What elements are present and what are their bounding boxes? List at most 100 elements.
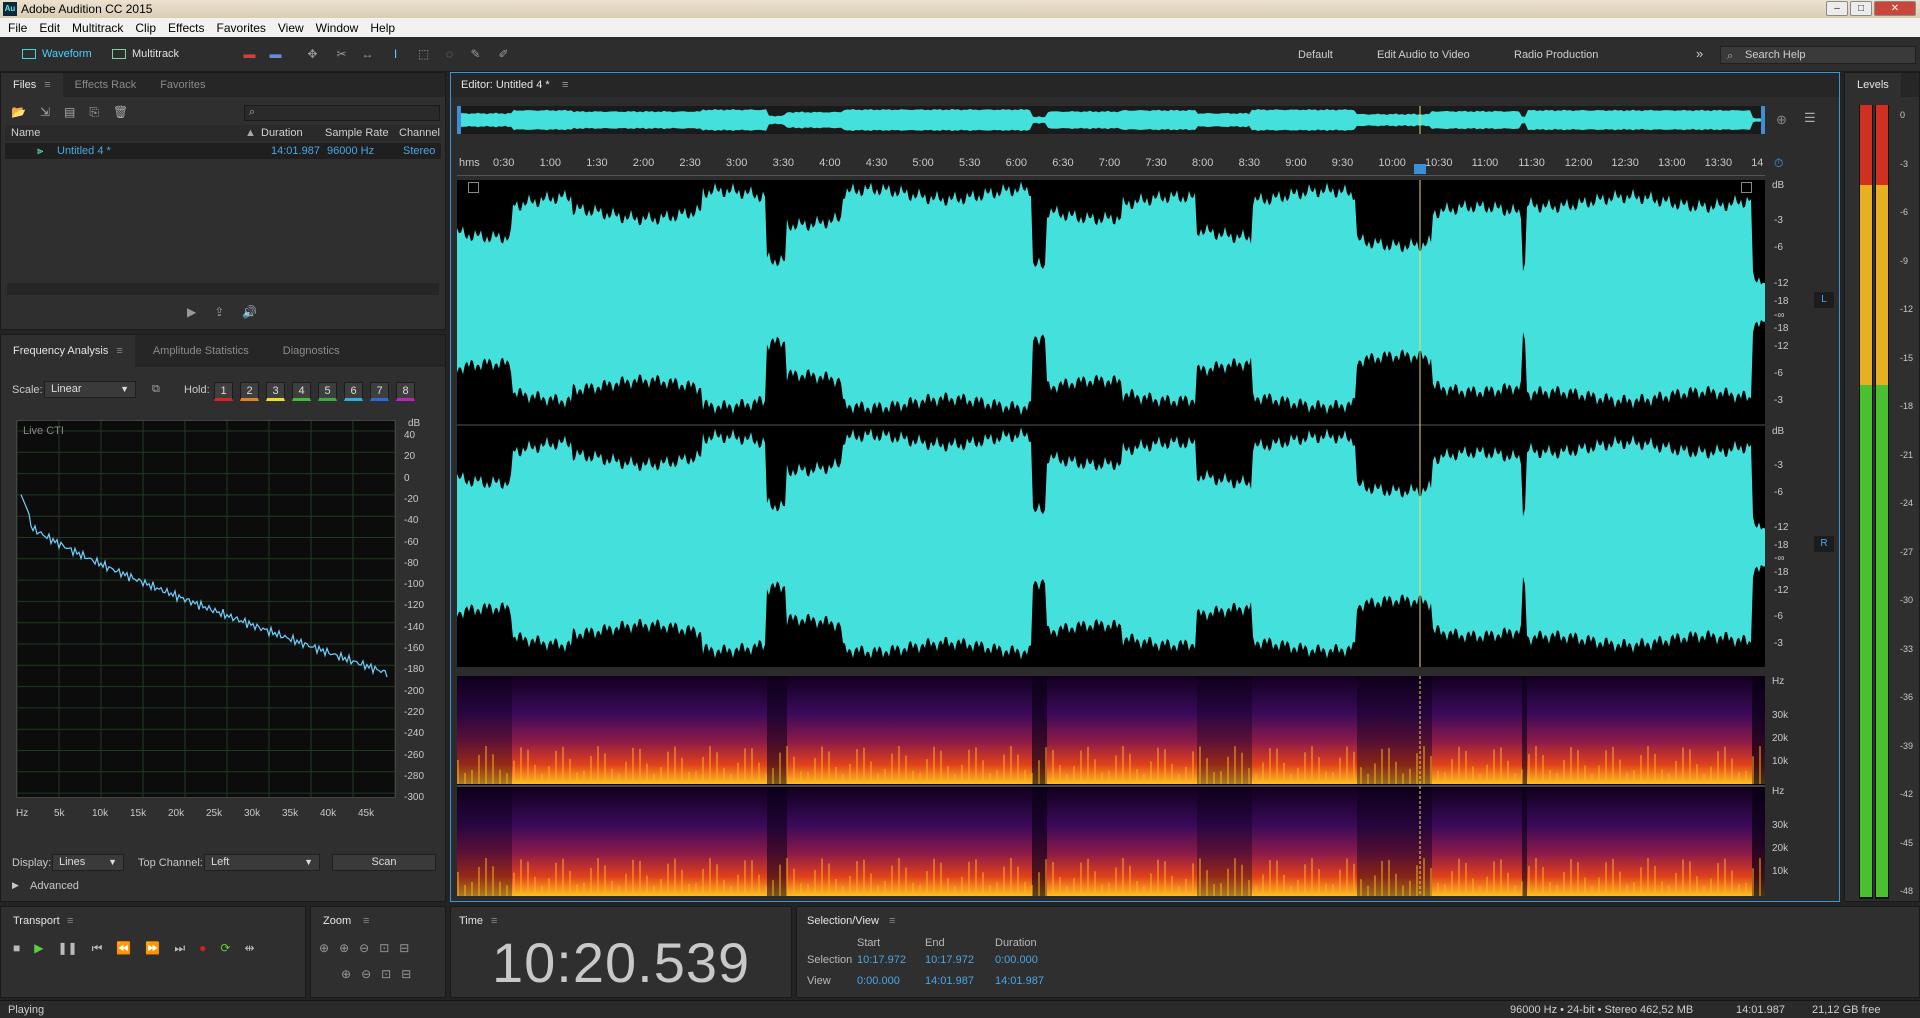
menu-view[interactable]: View <box>272 21 310 35</box>
col-duration[interactable]: Duration <box>261 127 303 139</box>
tab-diagnostics[interactable]: Diagnostics <box>261 335 352 367</box>
panel-menu-icon[interactable]: ≡ <box>491 915 497 927</box>
skip-forward-icon[interactable]: ⏭ <box>174 941 185 956</box>
zoom-in-time-icon[interactable]: ⊕ <box>339 941 349 955</box>
pitch-display-icon[interactable]: ▬ <box>268 48 283 61</box>
fade-out-handle-icon[interactable] <box>1741 182 1752 193</box>
menu-favorites[interactable]: Favorites <box>211 21 272 35</box>
view-duration-field[interactable]: 14:01.987 <box>995 975 1044 987</box>
slip-tool-icon[interactable]: ↔ <box>360 48 375 61</box>
menu-multitrack[interactable]: Multitrack <box>66 21 129 35</box>
menu-effects[interactable]: Effects <box>162 21 210 35</box>
col-channel[interactable]: Channel <box>399 127 440 139</box>
brush-tool-icon[interactable]: ✎ <box>468 48 483 61</box>
import-icon[interactable]: ⇲ <box>40 105 50 120</box>
tab-amplitude-statistics[interactable]: Amplitude Statistics <box>135 335 261 367</box>
menu-edit[interactable]: Edit <box>33 21 66 35</box>
hold-button-7[interactable]: 7 <box>370 382 389 401</box>
close-button[interactable]: ✕ <box>1874 1 1916 16</box>
hold-button-5[interactable]: 5 <box>318 382 337 401</box>
more-workspaces-button[interactable]: » <box>1696 46 1703 61</box>
col-sample-rate[interactable]: Sample Rate <box>325 127 389 139</box>
zoom-selection-icon[interactable]: ⊡ <box>379 941 389 955</box>
col-name[interactable]: Name <box>11 127 40 139</box>
rewind-icon[interactable]: ⏪ <box>116 941 131 956</box>
files-search-input[interactable]: ⌕ <box>244 105 440 121</box>
play-icon[interactable]: ▶ <box>34 941 43 956</box>
spot-healing-icon[interactable]: ✐ <box>496 48 511 61</box>
multitrack-mode-button[interactable]: Multitrack <box>112 45 179 63</box>
channel-toggle-icon[interactable]: ⧉ <box>152 383 160 396</box>
move-tool-icon[interactable]: ✥ <box>305 48 320 61</box>
view-end-field[interactable]: 14:01.987 <box>925 975 974 987</box>
spectral-display-icon[interactable]: ▬ <box>242 48 257 61</box>
minimize-button[interactable]: – <box>1826 1 1848 16</box>
marquee-tool-icon[interactable]: ⬚ <box>416 48 431 61</box>
zoom-in-out-icon[interactable]: ⊕ <box>341 967 351 981</box>
fade-in-handle-icon[interactable] <box>468 182 479 193</box>
tab-effects-rack[interactable]: Effects Rack <box>63 73 149 97</box>
scan-button[interactable]: Scan <box>332 854 436 871</box>
hold-button-8[interactable]: 8 <box>396 382 415 401</box>
lasso-tool-icon[interactable]: ◌ <box>442 48 457 61</box>
table-row[interactable]: ⫸ Untitled 4 * 14:01.987 96000 Hz Stereo <box>5 143 441 159</box>
open-file-icon[interactable]: 📂 <box>11 105 26 120</box>
razor-tool-icon[interactable]: ✂ <box>334 48 349 61</box>
speaker-icon[interactable]: 🔊 <box>242 305 257 319</box>
search-help-input[interactable]: ⌕ Search Help <box>1720 46 1916 64</box>
zoom-fit-icon[interactable]: ⊖ <box>361 967 371 981</box>
selection-end-field[interactable]: 10:17.972 <box>925 954 974 966</box>
tab-frequency-analysis[interactable]: Frequency Analysis ≡ <box>1 335 135 367</box>
zoom-in-amplitude-icon[interactable]: ⊕ <box>319 941 329 955</box>
fast-forward-icon[interactable]: ⏩ <box>145 941 160 956</box>
files-scrollbar[interactable] <box>7 283 439 295</box>
hold-button-6[interactable]: 6 <box>344 382 363 401</box>
panel-menu-icon[interactable]: ≡ <box>889 915 895 927</box>
insert-icon[interactable]: ⎘ <box>89 105 99 120</box>
zoom-in-point-icon[interactable]: ⊡ <box>381 967 391 981</box>
workspace-radio-production[interactable]: Radio Production <box>1514 49 1598 61</box>
tab-files[interactable]: Files ≡ <box>1 73 63 97</box>
selection-start-field[interactable]: 10:17.972 <box>857 954 906 966</box>
delete-icon[interactable]: 🗑 <box>113 105 128 120</box>
skip-selection-icon[interactable]: ⇹ <box>244 941 254 956</box>
menu-file[interactable]: File <box>2 21 33 35</box>
loop-icon[interactable]: ⟳ <box>220 941 230 956</box>
sort-arrow-icon[interactable]: ▲ <box>245 127 256 139</box>
scale-dropdown[interactable]: Linear ▼ <box>44 381 136 398</box>
record-icon[interactable]: ● <box>199 941 206 956</box>
channel-right-toggle[interactable]: R <box>1814 536 1834 552</box>
hold-button-2[interactable]: 2 <box>240 382 259 401</box>
list-icon[interactable]: ☰ <box>1804 110 1816 126</box>
spectral-divider[interactable] <box>457 667 1765 675</box>
tab-levels[interactable]: Levels <box>1845 73 1901 97</box>
waveform-mode-button[interactable]: Waveform <box>22 45 92 63</box>
waveform-display[interactable] <box>457 180 1765 670</box>
time-format-icon[interactable]: ⏱ <box>1774 156 1783 171</box>
overview-bar[interactable] <box>457 106 1765 134</box>
spectral-display[interactable] <box>457 676 1765 896</box>
display-dropdown[interactable]: Lines ▼ <box>52 854 124 871</box>
time-selection-tool-icon[interactable]: I <box>388 48 403 61</box>
play-preview-icon[interactable]: ▶ <box>187 305 196 319</box>
zoom-out-full-icon[interactable]: ⊟ <box>399 941 409 955</box>
new-file-icon[interactable]: ▤ <box>64 105 75 120</box>
panel-menu-icon[interactable]: ≡ <box>562 79 568 91</box>
zoom-out-time-icon[interactable]: ⊖ <box>359 941 369 955</box>
menu-clip[interactable]: Clip <box>129 21 162 35</box>
stop-icon[interactable]: ■ <box>13 941 20 956</box>
export-icon[interactable]: ⇪ <box>214 305 224 319</box>
workspace-default[interactable]: Default <box>1298 49 1333 61</box>
menu-window[interactable]: Window <box>310 21 365 35</box>
workspace-edit-audio-to-video[interactable]: Edit Audio to Video <box>1377 49 1470 61</box>
expand-triangle-icon[interactable]: ▶ <box>12 880 19 891</box>
panel-menu-icon[interactable]: ≡ <box>363 915 369 927</box>
skip-back-icon[interactable]: ⏮ <box>92 941 103 956</box>
selection-duration-field[interactable]: 0:00.000 <box>995 954 1038 966</box>
editor-tab-label[interactable]: Editor: Untitled 4 * <box>461 79 550 91</box>
panel-menu-icon[interactable]: ≡ <box>67 915 73 927</box>
playhead-handle[interactable] <box>1414 164 1426 174</box>
hold-button-1[interactable]: 1 <box>214 382 233 401</box>
top-channel-dropdown[interactable]: Left ▼ <box>204 854 320 871</box>
advanced-toggle[interactable]: Advanced <box>30 880 79 892</box>
